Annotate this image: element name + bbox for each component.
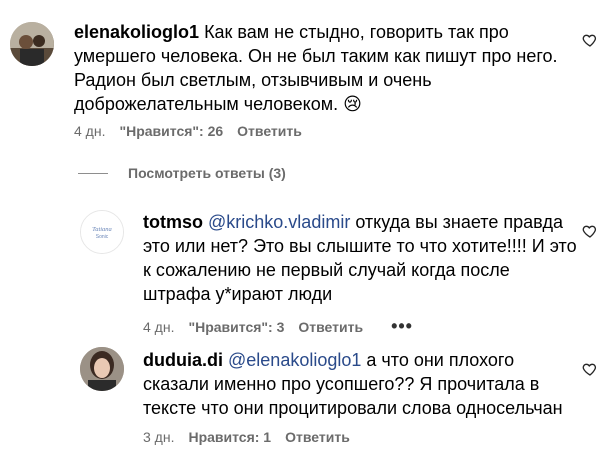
heart-outline-icon[interactable] [582, 32, 598, 48]
comment-username[interactable]: duduia.di [143, 350, 223, 370]
divider-line [78, 172, 108, 174]
reply-button[interactable]: Ответить [298, 319, 363, 335]
avatar-photo [80, 347, 124, 391]
comment-text: elenakolioglo1 Как вам не стыдно, говори… [74, 20, 574, 116]
comment-meta: 3 дн. Нравится: 1 Ответить [143, 429, 364, 445]
comment-text: duduia.di @elenakolioglo1 а что они плох… [143, 348, 583, 420]
more-options-icon[interactable]: ••• [391, 316, 413, 337]
likes-count[interactable]: "Нравится": 3 [188, 319, 284, 335]
comment-line: это или нет? Это вы слышите то что хотит… [143, 236, 577, 256]
comment-time[interactable]: 4 дн. [143, 319, 174, 335]
avatar-photo [10, 22, 54, 66]
avatar[interactable] [80, 347, 124, 391]
avatar[interactable] [10, 22, 54, 66]
likes-count[interactable]: "Нравится": 26 [119, 123, 223, 139]
comment-line: сказали именно про усопшего?? Я прочитал… [143, 374, 540, 394]
view-replies-button[interactable]: Посмотреть ответы (3) [78, 165, 286, 181]
view-replies-label: Посмотреть ответы (3) [128, 165, 286, 181]
comment-time[interactable]: 4 дн. [74, 123, 105, 139]
heart-outline-icon[interactable] [582, 223, 598, 239]
reply-button[interactable]: Ответить [237, 123, 302, 139]
heart-outline-icon[interactable] [582, 361, 598, 377]
avatar-logo: Tatiana Sonic [81, 211, 123, 253]
likes-count[interactable]: Нравится: 1 [188, 429, 271, 445]
comment-line: откуда вы знаете правда [350, 212, 563, 232]
avatar-logo-text: Tatiana [92, 226, 112, 233]
comment-text: totmso @krichko.vladimir откуда вы знает… [143, 210, 583, 306]
reply-button[interactable]: Ответить [285, 429, 350, 445]
avatar-logo-text: Sonic [96, 234, 109, 240]
comment-meta: 4 дн. "Нравится": 26 Ответить [74, 123, 316, 139]
comment-line: штрафа у*ирают люди [143, 284, 333, 304]
comment-username[interactable]: elenakolioglo1 [74, 22, 199, 42]
comment-line: умершего человека. Он не был таким как п… [74, 46, 558, 66]
comment-line: Радион был светлым, отзывчивым и очень [74, 70, 432, 90]
crying-emoji-icon: 😢 [343, 94, 362, 114]
mention-link[interactable]: @krichko.vladimir [208, 212, 350, 232]
comment-username[interactable]: totmso [143, 212, 203, 232]
comment-line: доброжелательным человеком. [74, 94, 339, 114]
mention-link[interactable]: @elenakolioglo1 [228, 350, 361, 370]
comment-line: к сожалению не первый случай когда после [143, 260, 510, 280]
avatar[interactable]: Tatiana Sonic [80, 210, 124, 254]
comment-line: тексте что они процитировали слова однос… [143, 398, 563, 418]
comment-time[interactable]: 3 дн. [143, 429, 174, 445]
comment-line: а что они плохого [361, 350, 515, 370]
comment-line: Как вам не стыдно, говорить так про [204, 22, 509, 42]
comment-meta: 4 дн. "Нравится": 3 Ответить ••• [143, 316, 427, 337]
